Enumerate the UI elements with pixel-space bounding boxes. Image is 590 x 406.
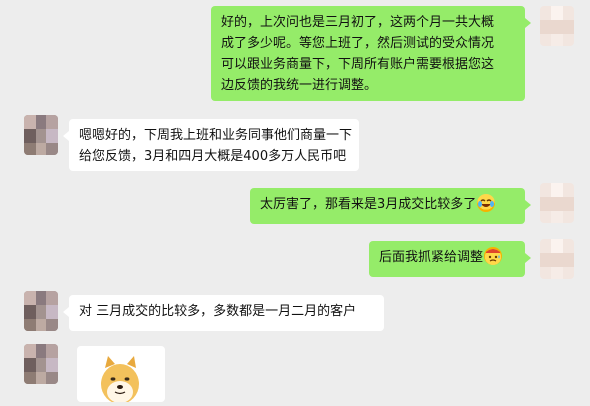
sticker-message[interactable] (77, 346, 165, 404)
laughing-tears-emoji-icon (477, 194, 496, 212)
message-text-line: 可以跟业务商量下，下周所有账户需要根据您这 (221, 57, 495, 72)
message-text: 对 三月成交的比较多，多数都是一月二月的客户 (79, 304, 357, 319)
message-text-line: 给您反馈，3月和四月大概是400多万人民币吧 (79, 149, 347, 164)
message-bubble-outgoing[interactable]: 后面我抓紧给调整 (369, 241, 531, 277)
doge-dog-sticker-icon (101, 356, 139, 404)
message-bubble-incoming[interactable]: 对 三月成交的比较多，多数都是一月二月的客户 (63, 295, 384, 331)
message-text-line: 好的，上次问也是三月初了，这两个月一共大概 (221, 15, 495, 30)
message-bubble-outgoing[interactable]: 好的，上次问也是三月初了，这两个月一共大概 成了多少呢。等您上班了，然后测试的受… (211, 6, 531, 101)
contact-avatar[interactable] (24, 115, 58, 155)
message-text-line: 成了多少呢。等您上班了，然后测试的受众情况 (221, 36, 495, 51)
message-text: 后面我抓紧给调整 (379, 250, 484, 265)
message-bubble-incoming[interactable]: 嗯嗯好的，下周我上班和业务同事他们商量一下 给您反馈，3月和四月大概是400多万… (63, 119, 359, 171)
sweating-hat-emoji-icon (484, 247, 503, 265)
message-text: 太厉害了，那看来是3月成交比较多了 (260, 197, 477, 212)
my-avatar[interactable] (540, 183, 574, 223)
contact-avatar[interactable] (24, 344, 58, 384)
message-text-line: 边反馈的我统一进行调整。 (221, 78, 378, 93)
contact-avatar[interactable] (24, 291, 58, 331)
my-avatar[interactable] (540, 239, 574, 279)
my-avatar[interactable] (540, 6, 574, 46)
message-text-line: 嗯嗯好的，下周我上班和业务同事他们商量一下 (79, 128, 353, 143)
message-bubble-outgoing[interactable]: 太厉害了，那看来是3月成交比较多了 (250, 188, 531, 224)
